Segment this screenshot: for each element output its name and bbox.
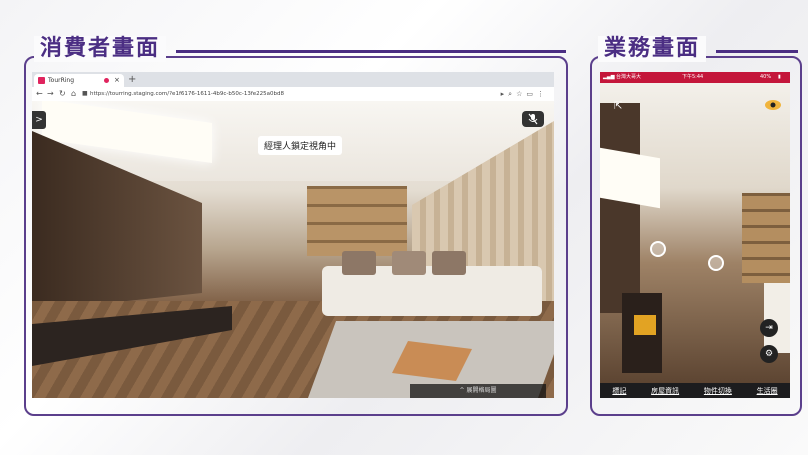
consumer-panorama-view[interactable]: > 經理人鎖定視角中 ^ 展開格局圖 <box>32 101 554 398</box>
address-bar: ← → ↻ ⌂ ■ https://tourring.staging.com/?… <box>32 87 554 102</box>
bookshelf <box>742 193 790 283</box>
tab-neighborhood[interactable]: 生活圈 <box>757 386 778 396</box>
status-bar: ▂▄▆ 台灣大哥大 下午5:44 40% ▮ <box>600 72 790 83</box>
home-icon[interactable]: ⌂ <box>71 88 76 100</box>
tab-close-icon[interactable]: × <box>114 74 120 87</box>
clock: 下午5:44 <box>682 74 704 80</box>
new-tab-button[interactable]: + <box>128 73 136 86</box>
browser-window: TourRing × + ← → ↻ ⌂ ■ https://tourring.… <box>32 72 554 398</box>
sales-title: 業務畫面 <box>598 36 707 62</box>
eye-icon[interactable] <box>764 99 782 111</box>
ceiling-light <box>600 147 660 209</box>
left-wall <box>600 103 640 313</box>
bookshelf <box>307 186 407 256</box>
sofa <box>764 283 790 353</box>
exit-fullscreen-button[interactable]: ⇥ <box>760 319 778 337</box>
reload-icon[interactable]: ↻ <box>59 88 66 100</box>
expand-floorplan-button[interactable]: ^ 展開格局圖 <box>410 384 546 398</box>
lock-icon: ■ <box>82 90 88 97</box>
exit-share-icon[interactable]: ⇱ <box>614 101 622 112</box>
browser-tab[interactable]: TourRing × <box>34 74 124 87</box>
expand-sidebar-button[interactable]: > <box>32 111 46 129</box>
consumer-title: 消費者畫面 <box>34 36 167 62</box>
signal-icon: ▂▄▆ <box>603 74 615 80</box>
cushion <box>392 251 426 275</box>
url-input[interactable]: https://tourring.staging.com/?e1f6176-16… <box>90 88 284 100</box>
mic-off-icon <box>528 113 538 125</box>
battery-icon: ▮ <box>778 74 781 80</box>
battery-level: 40% <box>760 74 772 80</box>
carrier-name: 台灣大哥大 <box>616 74 642 80</box>
sales-title-underline <box>716 50 798 53</box>
navigation-hotspot[interactable] <box>708 255 724 271</box>
navigation-hotspot[interactable] <box>650 241 666 257</box>
tab-title: TourRing <box>48 77 75 84</box>
tab-house-info[interactable]: 房屋資訊 <box>651 386 679 396</box>
tab-markers[interactable]: 標記 <box>612 386 626 396</box>
tab-bar: TourRing × + <box>32 72 554 87</box>
back-icon[interactable]: ← <box>36 88 43 100</box>
cushion <box>432 251 466 275</box>
phone-screen: ▂▄▆ 台灣大哥大 下午5:44 40% ▮ ⇱ ⇥ ⚙ 標記 房屋資訊 物件切… <box>600 72 790 398</box>
chair-seat <box>634 315 656 335</box>
bottom-tab-bar: 標記 房屋資訊 物件切換 生活圈 <box>600 383 790 398</box>
consumer-title-underline <box>176 50 566 53</box>
tab-switch-property[interactable]: 物件切換 <box>704 386 732 396</box>
settings-gear-icon[interactable]: ⚙ <box>760 345 778 363</box>
browser-toolbar-icons[interactable]: ▸⌕☆▭⋮ <box>501 88 548 100</box>
tourring-favicon-icon <box>38 77 45 84</box>
lock-view-banner: 經理人鎖定視角中 <box>258 136 343 155</box>
recording-dot-icon <box>104 78 109 83</box>
cushion <box>342 251 376 275</box>
forward-icon[interactable]: → <box>47 88 54 100</box>
mute-button[interactable] <box>522 111 544 127</box>
sales-panorama-view[interactable]: ⇱ ⇥ ⚙ <box>600 83 790 383</box>
